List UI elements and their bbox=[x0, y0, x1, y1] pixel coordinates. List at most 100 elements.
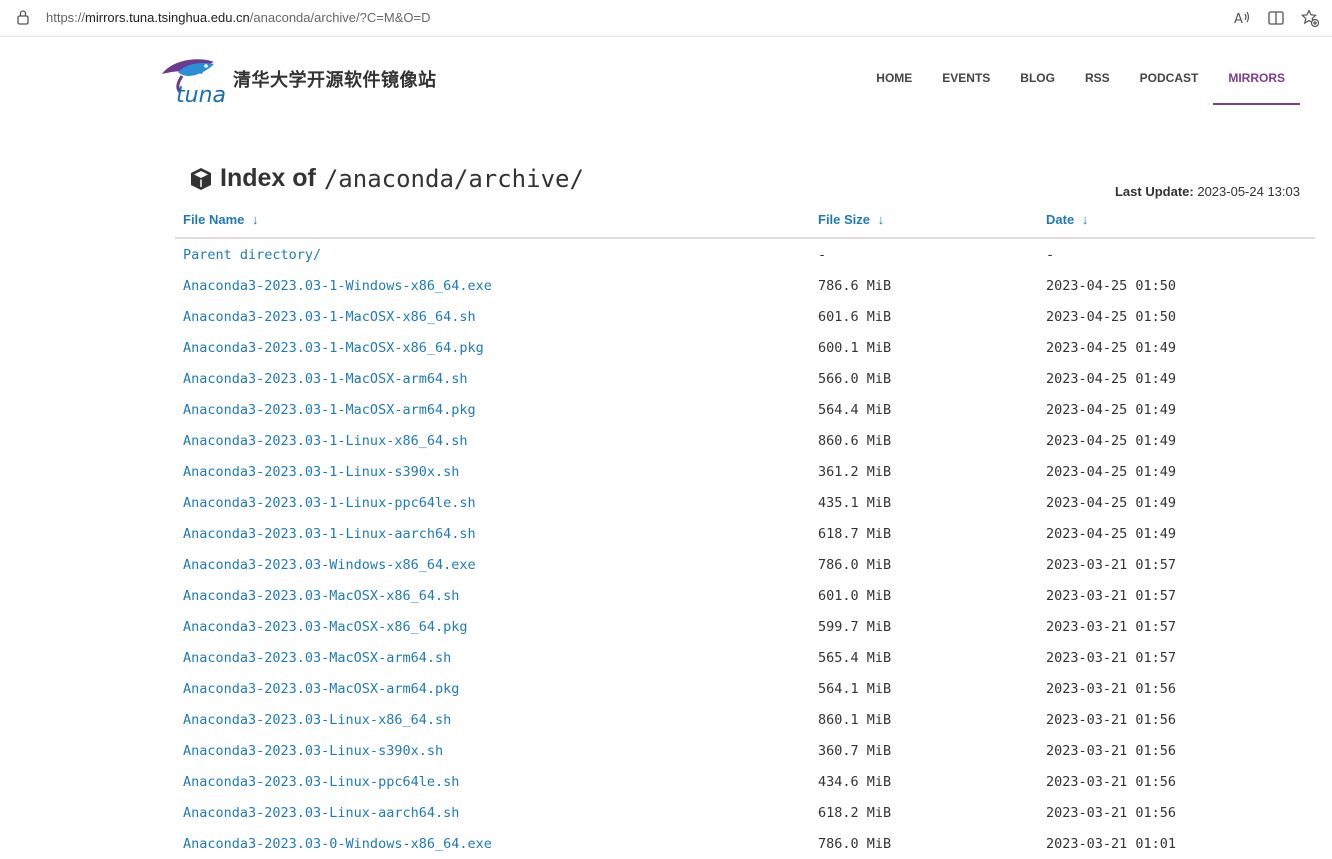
file-size-cell: 618.2 MiB bbox=[818, 804, 892, 821]
file-size-cell: 360.7 MiB bbox=[818, 742, 892, 759]
table-row: Anaconda3-2023.03-0-Windows-x86_64.exe 78… bbox=[175, 828, 1315, 859]
address-bar-actions: A bbox=[1232, 8, 1320, 28]
file-link[interactable]: Anaconda3-2023.03-MacOSX-arm64.sh bbox=[183, 650, 451, 666]
file-name-cell: Anaconda3-2023.03-1-Linux-aarch64.sh bbox=[175, 518, 810, 549]
header-file-name[interactable]: File Name ↓ bbox=[175, 204, 810, 239]
svg-text:A: A bbox=[1234, 12, 1243, 27]
file-link[interactable]: Anaconda3-2023.03-1-MacOSX-arm64.pkg bbox=[183, 402, 476, 418]
nav-mirrors[interactable]: MIRRORS bbox=[1213, 56, 1300, 105]
file-link[interactable]: Anaconda3-2023.03-1-Linux-ppc64le.sh bbox=[183, 495, 476, 511]
last-update: Last Update: 2023-05-24 13:03 bbox=[1115, 184, 1300, 199]
file-size-cell: 566.0 MiB bbox=[818, 370, 892, 387]
file-date-cell: 2023-03-21 01:57 bbox=[1046, 649, 1177, 666]
file-date-cell: 2023-04-25 01:49 bbox=[1046, 432, 1177, 449]
file-size-cell: 361.2 MiB bbox=[818, 463, 892, 480]
file-link[interactable]: Anaconda3-2023.03-1-Linux-x86_64.sh bbox=[183, 433, 467, 449]
header-file-size[interactable]: File Size ↓ bbox=[810, 204, 1038, 239]
file-date-cell: 2023-04-25 01:50 bbox=[1046, 308, 1177, 325]
file-size-cell: 564.4 MiB bbox=[818, 401, 892, 418]
file-name-cell: Anaconda3-2023.03-1-Windows-x86_64.exe bbox=[175, 270, 810, 301]
table-row: Anaconda3-2023.03-MacOSX-arm64.sh 565.4 M… bbox=[175, 642, 1315, 673]
file-size-cell: 601.6 MiB bbox=[818, 308, 892, 325]
file-date-cell: 2023-03-21 01:56 bbox=[1046, 773, 1177, 790]
read-aloud-icon[interactable]: A bbox=[1232, 8, 1252, 28]
site-title[interactable]: 清华大学开源软件镜像站 bbox=[233, 66, 437, 92]
file-size-cell: 564.1 MiB bbox=[818, 680, 892, 697]
file-name-cell: Anaconda3-2023.03-MacOSX-x86_64.sh bbox=[175, 580, 810, 611]
file-link[interactable]: Anaconda3-2023.03-1-MacOSX-x86_64.sh bbox=[183, 309, 476, 325]
file-size-cell: 786.0 MiB bbox=[818, 556, 892, 573]
file-size-cell: 786.6 MiB bbox=[818, 277, 892, 294]
split-screen-icon[interactable] bbox=[1266, 8, 1286, 28]
file-link[interactable]: Anaconda3-2023.03-Windows-x86_64.exe bbox=[183, 557, 476, 573]
sort-arrow-icon: ↓ bbox=[1081, 212, 1089, 227]
file-date-cell: 2023-03-21 01:57 bbox=[1046, 587, 1177, 604]
nav-events[interactable]: EVENTS bbox=[927, 56, 1005, 105]
file-link[interactable]: Anaconda3-2023.03-1-Windows-x86_64.exe bbox=[183, 278, 492, 294]
file-name-cell: Anaconda3-2023.03-Linux-s390x.sh bbox=[175, 735, 810, 766]
file-name-cell: Anaconda3-2023.03-Linux-aarch64.sh bbox=[175, 797, 810, 828]
lock-icon[interactable] bbox=[16, 9, 30, 25]
url-host: mirrors.tuna.tsinghua.edu.cn bbox=[85, 10, 250, 25]
tuna-logo[interactable]: tuna bbox=[158, 52, 228, 108]
sort-arrow-icon: ↓ bbox=[877, 212, 885, 227]
file-link[interactable]: Anaconda3-2023.03-Linux-ppc64le.sh bbox=[183, 774, 459, 790]
table-row: Anaconda3-2023.03-1-Linux-ppc64le.sh 435.… bbox=[175, 487, 1315, 518]
file-link[interactable]: Anaconda3-2023.03-MacOSX-x86_64.sh bbox=[183, 588, 459, 604]
file-date-cell: 2023-03-21 01:57 bbox=[1046, 618, 1177, 635]
file-name-cell: Anaconda3-2023.03-1-Linux-ppc64le.sh bbox=[175, 487, 810, 518]
file-date-cell: 2023-04-25 01:50 bbox=[1046, 277, 1177, 294]
browser-address-bar: https://mirrors.tuna.tsinghua.edu.cn/ana… bbox=[0, 0, 1332, 37]
file-date-cell: 2023-04-25 01:49 bbox=[1046, 494, 1177, 511]
file-date-cell: 2023-03-21 01:56 bbox=[1046, 680, 1177, 697]
file-size-cell: 618.7 MiB bbox=[818, 525, 892, 542]
table-row: Anaconda3-2023.03-MacOSX-arm64.pkg 564.1 … bbox=[175, 673, 1315, 704]
file-size-cell: 860.1 MiB bbox=[818, 711, 892, 728]
nav-blog[interactable]: BLOG bbox=[1005, 56, 1070, 105]
cube-icon bbox=[191, 167, 211, 190]
file-date-cell: 2023-04-25 01:49 bbox=[1046, 401, 1177, 418]
table-row: Anaconda3-2023.03-1-MacOSX-arm64.sh 566.0… bbox=[175, 363, 1315, 394]
file-link[interactable]: Anaconda3-2023.03-1-Linux-aarch64.sh bbox=[183, 526, 476, 542]
nav-home[interactable]: HOME bbox=[861, 56, 927, 105]
nav-rss[interactable]: RSS bbox=[1070, 56, 1125, 105]
main-nav: HOME EVENTS BLOG RSS PODCAST MIRRORS bbox=[861, 56, 1300, 105]
table-header-row: File Name ↓ File Size ↓ Date ↓ bbox=[175, 204, 1315, 239]
file-link[interactable]: Anaconda3-2023.03-MacOSX-x86_64.pkg bbox=[183, 619, 467, 635]
file-date-cell: 2023-04-25 01:49 bbox=[1046, 370, 1177, 387]
table-row: Anaconda3-2023.03-1-Linux-x86_64.sh 860.6… bbox=[175, 425, 1315, 456]
table-row: Anaconda3-2023.03-1-MacOSX-x86_64.sh 601.… bbox=[175, 301, 1315, 332]
file-listing-table: File Name ↓ File Size ↓ Date ↓ Parent di… bbox=[175, 204, 1315, 859]
file-link[interactable]: Anaconda3-2023.03-Linux-s390x.sh bbox=[183, 743, 443, 759]
file-size-cell: 786.0 MiB bbox=[818, 835, 892, 852]
file-name-cell: Anaconda3-2023.03-1-MacOSX-x86_64.pkg bbox=[175, 332, 810, 363]
table-row: Anaconda3-2023.03-Linux-ppc64le.sh 434.6 … bbox=[175, 766, 1315, 797]
header-date[interactable]: Date ↓ bbox=[1038, 204, 1315, 239]
file-link[interactable]: Anaconda3-2023.03-1-MacOSX-x86_64.pkg bbox=[183, 340, 484, 356]
file-name-cell: Anaconda3-2023.03-0-Windows-x86_64.exe bbox=[175, 828, 810, 859]
title-path: /anaconda/archive/ bbox=[323, 164, 584, 193]
table-row: Anaconda3-2023.03-MacOSX-x86_64.sh 601.0 … bbox=[175, 580, 1315, 611]
file-link[interactable]: Anaconda3-2023.03-0-Windows-x86_64.exe bbox=[183, 836, 492, 852]
header-file-name-label: File Name bbox=[183, 212, 245, 227]
file-link[interactable]: Anaconda3-2023.03-1-MacOSX-arm64.sh bbox=[183, 371, 467, 387]
page-title: Index of /anaconda/archive/ bbox=[188, 164, 584, 193]
file-date-cell: 2023-03-21 01:56 bbox=[1046, 742, 1177, 759]
file-size-cell: 860.6 MiB bbox=[818, 432, 892, 449]
file-name-cell: Anaconda3-2023.03-MacOSX-x86_64.pkg bbox=[175, 611, 810, 642]
file-link[interactable]: Anaconda3-2023.03-Linux-aarch64.sh bbox=[183, 805, 459, 821]
url-field[interactable]: https://mirrors.tuna.tsinghua.edu.cn/ana… bbox=[46, 10, 430, 25]
file-name-cell: Anaconda3-2023.03-Windows-x86_64.exe bbox=[175, 549, 810, 580]
file-link[interactable]: Anaconda3-2023.03-MacOSX-arm64.pkg bbox=[183, 681, 459, 697]
add-favorite-icon[interactable] bbox=[1300, 8, 1320, 28]
table-row: Anaconda3-2023.03-Linux-x86_64.sh 860.1 M… bbox=[175, 704, 1315, 735]
url-path: /anaconda/archive/?C=M&O=D bbox=[249, 10, 431, 25]
file-date-cell: 2023-03-21 01:57 bbox=[1046, 556, 1177, 573]
file-link[interactable]: Anaconda3-2023.03-Linux-x86_64.sh bbox=[183, 712, 451, 728]
file-size-cell: - bbox=[818, 246, 827, 263]
parent-directory-link[interactable]: Parent directory/ bbox=[183, 247, 321, 263]
file-name-cell: Parent directory/ bbox=[175, 238, 810, 270]
file-date-cell: 2023-04-25 01:49 bbox=[1046, 463, 1177, 480]
nav-podcast[interactable]: PODCAST bbox=[1125, 56, 1214, 105]
file-link[interactable]: Anaconda3-2023.03-1-Linux-s390x.sh bbox=[183, 464, 459, 480]
